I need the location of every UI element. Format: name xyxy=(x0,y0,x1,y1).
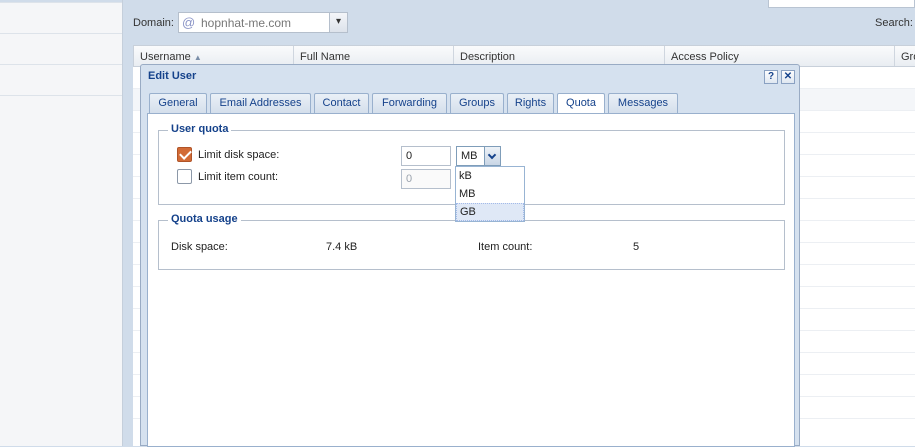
item-count-label: Item count: xyxy=(478,241,533,253)
domain-select[interactable]: @ hopnhat-me.com ▾ xyxy=(178,12,348,33)
dropdown-option-mb[interactable]: MB xyxy=(456,185,524,203)
column-groups[interactable]: Gro xyxy=(895,46,915,66)
limit-disk-checkbox[interactable] xyxy=(177,147,192,162)
dialog-tabs: General Email Addresses Contact Forwardi… xyxy=(147,93,795,115)
chevron-down-icon[interactable] xyxy=(484,147,500,165)
tab-rights[interactable]: Rights xyxy=(507,93,554,114)
disk-space-value: 7.4 kB xyxy=(326,241,358,253)
quota-usage-legend: Quota usage xyxy=(168,213,241,225)
tab-forwarding[interactable]: Forwarding xyxy=(372,93,447,114)
tab-messages[interactable]: Messages xyxy=(608,93,678,114)
user-quota-legend: User quota xyxy=(168,123,232,135)
dropdown-option-kb[interactable]: kB xyxy=(456,167,524,185)
search-label: Search: xyxy=(875,17,913,29)
tab-general[interactable]: General xyxy=(149,93,207,114)
tab-quota[interactable]: Quota xyxy=(557,93,605,115)
column-full-name[interactable]: Full Name xyxy=(294,46,454,66)
close-icon[interactable]: ✕ xyxy=(781,70,795,84)
edit-user-dialog: Edit User ? ✕ General Email Addresses Co… xyxy=(140,64,800,447)
disk-space-label: Disk space: xyxy=(171,241,228,253)
column-label: Gro xyxy=(901,51,915,63)
limit-disk-label: Limit disk space: xyxy=(198,149,280,161)
tab-groups[interactable]: Groups xyxy=(450,93,504,114)
column-access-policy[interactable]: Access Policy xyxy=(665,46,895,66)
top-popup-edge xyxy=(768,0,915,8)
column-description[interactable]: Description xyxy=(454,46,665,66)
left-navigation-panel xyxy=(0,0,123,446)
item-limit-input[interactable]: 0 xyxy=(401,169,451,189)
dialog-title: Edit User xyxy=(148,70,197,82)
nav-row[interactable] xyxy=(0,65,122,96)
tab-email-addresses[interactable]: Email Addresses xyxy=(210,93,311,114)
column-username[interactable]: Username ▲ xyxy=(134,46,294,66)
limit-items-checkbox[interactable] xyxy=(177,169,192,184)
column-label: Access Policy xyxy=(671,51,739,63)
domain-label: Domain: xyxy=(133,17,174,29)
limit-items-label: Limit item count: xyxy=(198,171,279,183)
column-label: Description xyxy=(460,51,516,63)
tab-contact[interactable]: Contact xyxy=(314,93,369,114)
nav-row[interactable] xyxy=(0,3,122,34)
disk-unit-select[interactable]: MB xyxy=(456,146,501,166)
column-label: Username xyxy=(140,51,191,63)
quota-tab-panel: User quota Limit disk space: 0 MB Limit … xyxy=(147,114,795,447)
sort-ascending-icon: ▲ xyxy=(193,53,202,62)
item-count-value: 5 xyxy=(633,241,640,253)
column-label: Full Name xyxy=(300,51,351,63)
chevron-down-icon[interactable]: ▾ xyxy=(329,13,347,32)
domain-value: hopnhat-me.com xyxy=(201,16,292,30)
disk-unit-value: MB xyxy=(461,150,478,162)
quota-usage-fieldset: Quota usage Disk space: 7.4 kB Item coun… xyxy=(158,213,785,270)
disk-limit-input[interactable]: 0 xyxy=(401,146,451,166)
dropdown-option-gb[interactable]: GB xyxy=(456,203,524,221)
unit-dropdown-list: kB MB GB xyxy=(455,166,525,222)
at-sign-icon: @ xyxy=(182,15,196,30)
nav-row[interactable] xyxy=(0,34,122,65)
help-icon[interactable]: ? xyxy=(764,70,778,84)
